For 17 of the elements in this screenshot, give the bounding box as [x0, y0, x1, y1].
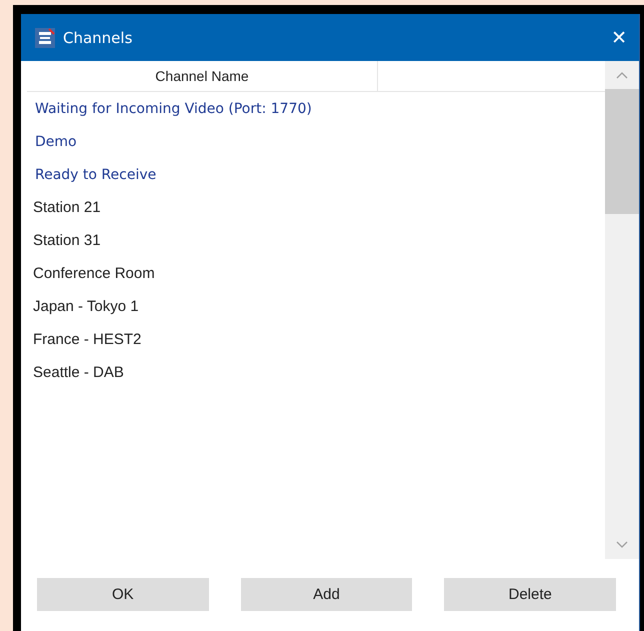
channel-item[interactable]: France - HEST2 — [27, 323, 605, 356]
window-title: Channels — [63, 28, 134, 46]
channel-item[interactable]: Station 21 — [27, 191, 605, 224]
close-button[interactable]: ✕ — [607, 26, 631, 48]
scrollbar[interactable] — [605, 61, 639, 559]
column-header[interactable]: Channel Name — [27, 61, 378, 91]
channel-item[interactable]: Demo — [27, 125, 605, 158]
channel-item[interactable]: Japan - Tokyo 1 — [27, 290, 605, 323]
dialog-button[interactable]: Delete — [444, 578, 616, 610]
channel-item[interactable]: Seattle - DAB — [27, 356, 605, 389]
channel-item[interactable]: Ready to Receive — [27, 158, 605, 191]
dialog-button[interactable]: OK — [37, 578, 209, 610]
app-icon — [35, 28, 55, 48]
channel-item[interactable]: Station 31 — [27, 224, 605, 257]
channel-item[interactable]: Conference Room — [27, 257, 605, 290]
dialog-button[interactable]: Add — [240, 578, 412, 610]
channel-item[interactable]: Waiting for Incoming Video (Port: 1770) — [27, 92, 605, 125]
